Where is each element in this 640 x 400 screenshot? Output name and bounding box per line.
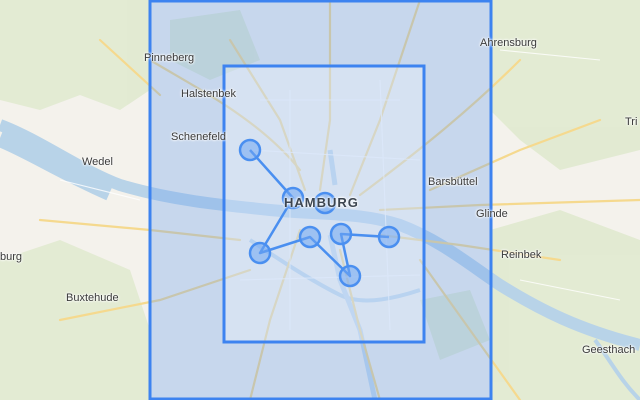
route-marker[interactable] <box>298 225 322 249</box>
place-label-buxtehude: Buxtehude <box>66 292 119 304</box>
place-label-ahrensburg: Ahrensburg <box>480 37 537 49</box>
place-label-geesthacht: Geesthach <box>582 344 636 356</box>
place-label-edge-left: burg <box>0 251 23 263</box>
place-label-edge-right: Tri <box>625 116 638 128</box>
place-label-halstenbek: Halstenbek <box>181 88 237 100</box>
place-label-wedel: Wedel <box>82 156 113 168</box>
route-marker[interactable] <box>238 138 262 162</box>
city-label-hamburg: HAMBURG <box>284 195 359 210</box>
place-label-glinde: Glinde <box>476 208 508 220</box>
route-marker[interactable] <box>338 264 362 288</box>
route-marker[interactable] <box>377 225 401 249</box>
route-marker[interactable] <box>329 222 353 246</box>
place-label-pinneberg: Pinneberg <box>144 52 195 64</box>
route-marker[interactable] <box>248 241 272 265</box>
place-label-barsbuttel: Barsbüttel <box>428 176 478 188</box>
place-label-reinbek: Reinbek <box>501 249 542 261</box>
place-label-schenefeld: Schenefeld <box>171 131 227 143</box>
